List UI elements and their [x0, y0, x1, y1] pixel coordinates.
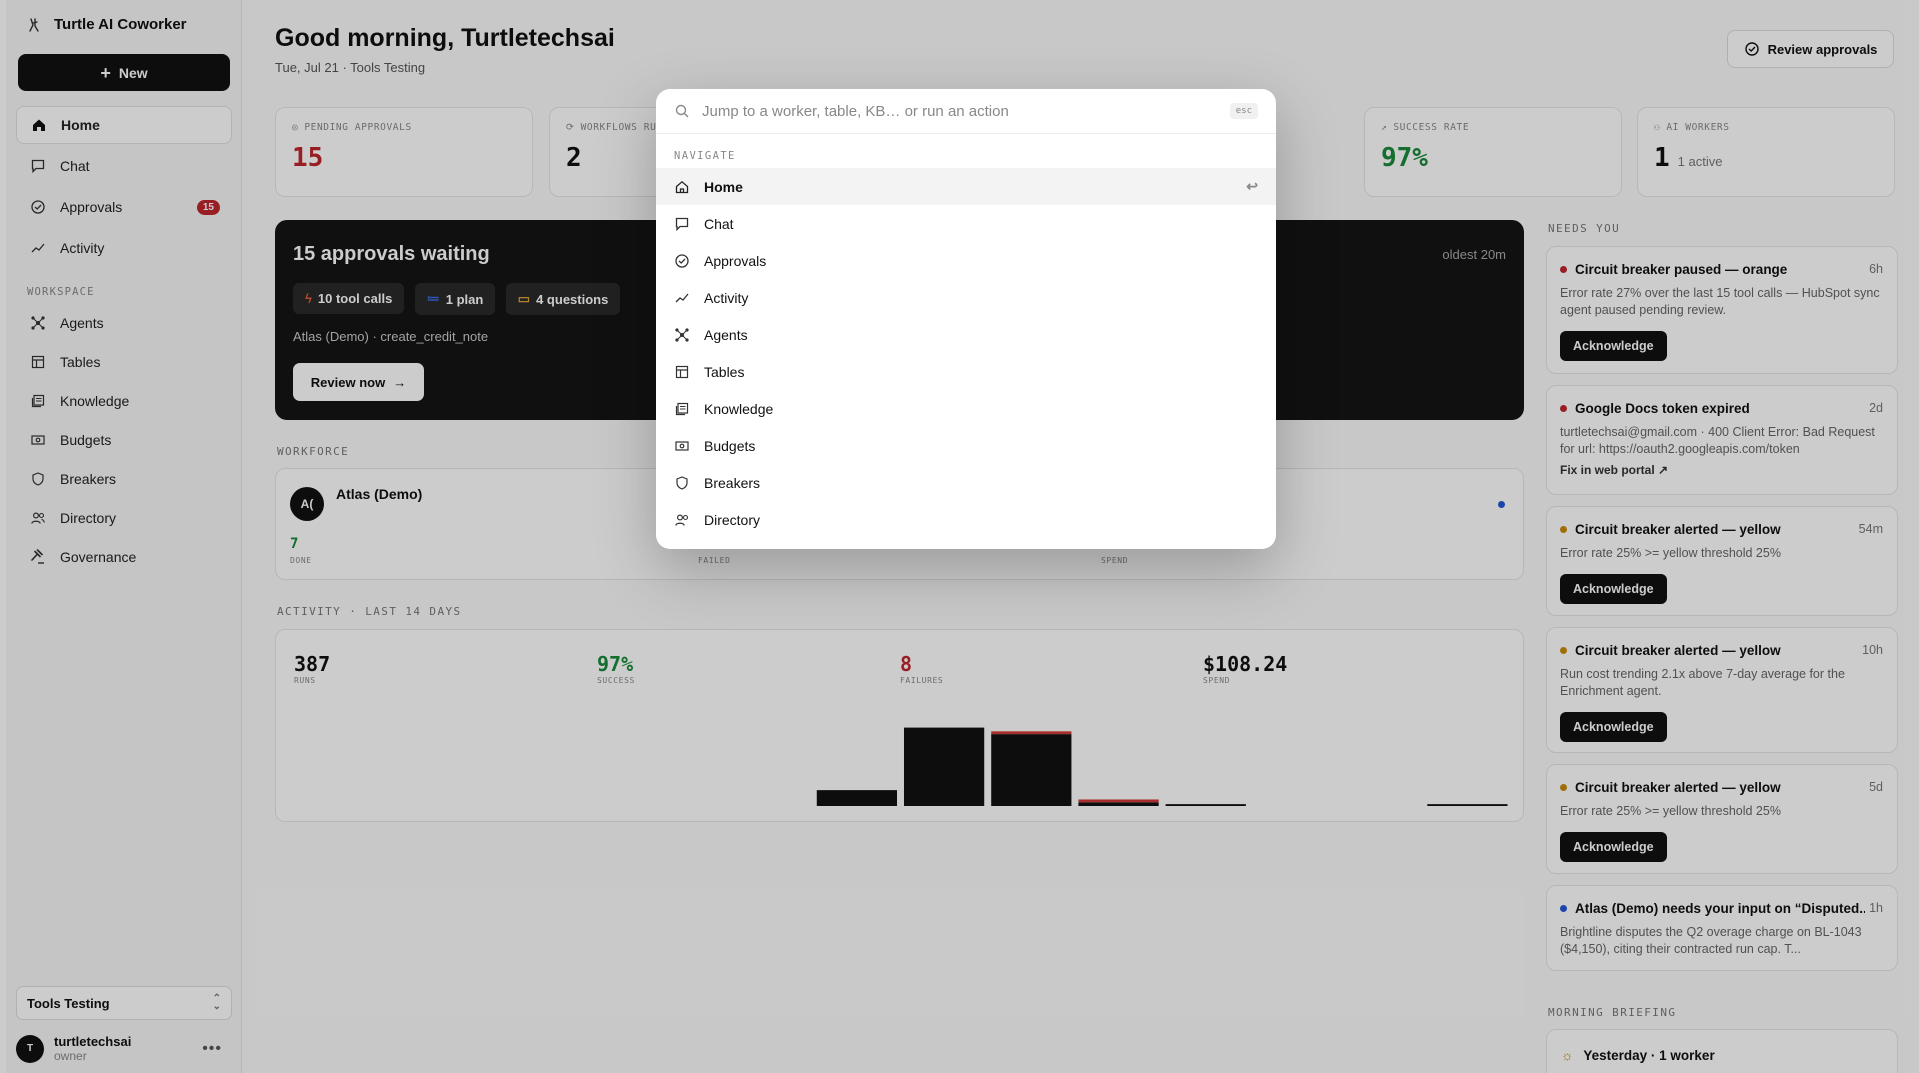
- trend-icon: [674, 290, 690, 306]
- palette-item-label: Directory: [704, 511, 761, 528]
- palette-item-label: Activity: [704, 289, 749, 306]
- command-palette: esc NAVIGATE Home ↩ Chat Approvals Activ…: [656, 89, 1276, 549]
- network-icon: [674, 327, 690, 343]
- return-key-icon: ↩: [1246, 178, 1258, 194]
- palette-item-chat[interactable]: Chat: [656, 205, 1276, 242]
- palette-section-heading: NAVIGATE: [674, 150, 736, 162]
- check-circle-icon: [674, 253, 690, 269]
- palette-item-home[interactable]: Home ↩: [656, 168, 1276, 205]
- palette-item-directory[interactable]: Directory: [656, 501, 1276, 538]
- money-icon: [674, 438, 690, 454]
- palette-search-bar: esc: [656, 89, 1276, 134]
- palette-item-label: Agents: [704, 326, 748, 343]
- palette-item-activity[interactable]: Activity: [656, 279, 1276, 316]
- palette-item-breakers[interactable]: Breakers: [656, 464, 1276, 501]
- shield-icon: [674, 475, 690, 491]
- palette-item-label: Approvals: [704, 252, 767, 269]
- search-icon: [674, 103, 690, 119]
- esc-key-hint[interactable]: esc: [1229, 103, 1258, 119]
- palette-search-input[interactable]: [702, 102, 1218, 120]
- app-window: Turtle AI Coworker + New Home Chat Appro…: [0, 0, 1919, 1073]
- chat-icon: [674, 216, 690, 232]
- palette-item-label: Breakers: [704, 474, 761, 491]
- table-icon: [674, 364, 690, 380]
- palette-item-knowledge[interactable]: Knowledge: [656, 390, 1276, 427]
- palette-item-agents[interactable]: Agents: [656, 316, 1276, 353]
- home-icon: [674, 179, 690, 195]
- palette-item-tables[interactable]: Tables: [656, 353, 1276, 390]
- palette-item-label: Chat: [704, 215, 734, 232]
- palette-item-budgets[interactable]: Budgets: [656, 427, 1276, 464]
- book-icon: [674, 401, 690, 417]
- palette-item-label: Home: [704, 178, 743, 195]
- palette-item-label: Tables: [704, 363, 745, 380]
- palette-item-label: Budgets: [704, 437, 756, 454]
- palette-item-approvals[interactable]: Approvals: [656, 242, 1276, 279]
- palette-item-label: Knowledge: [704, 400, 774, 417]
- users-icon: [674, 512, 690, 528]
